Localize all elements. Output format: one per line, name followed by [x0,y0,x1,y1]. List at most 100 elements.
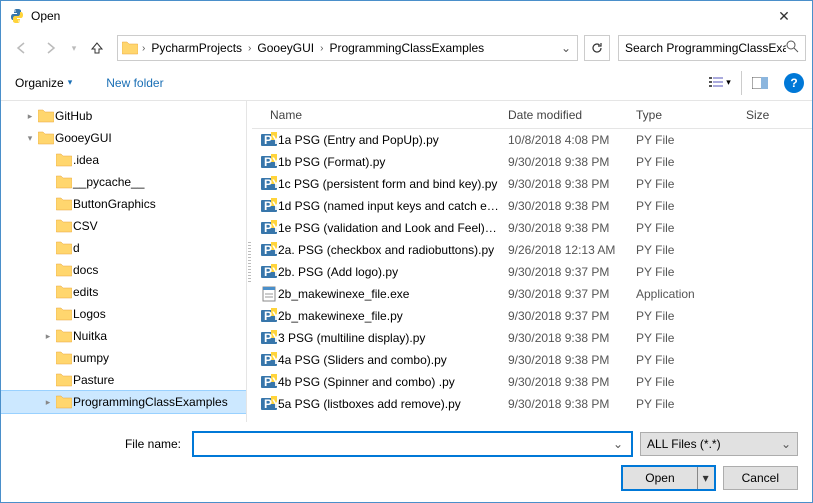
chevron-right-icon[interactable]: › [318,43,325,54]
file-list-body[interactable]: PY1a PSG (Entry and PopUp).py10/8/2018 4… [252,129,812,422]
filename-dropdown[interactable]: ⌄ [609,437,627,451]
forward-button[interactable] [37,35,65,61]
organize-menu[interactable]: Organize ▾ [9,72,78,94]
tree-item-label: GitHub [55,109,92,123]
column-date[interactable]: Date modified [500,101,628,128]
tree-item[interactable]: .idea [1,149,246,171]
filename-input[interactable]: ⌄ [193,432,632,456]
tree-item[interactable]: __pycache__ [1,171,246,193]
file-row[interactable]: PY2b_makewinexe_file.py9/30/2018 9:37 PM… [252,305,812,327]
tree-item[interactable]: ▸ProgrammingClassExamples [1,391,246,413]
file-icon: PY [252,308,278,324]
file-date: 9/30/2018 9:37 PM [500,309,628,323]
help-button[interactable]: ? [784,73,804,93]
chevron-right-icon[interactable]: › [246,43,253,54]
file-row[interactable]: 2b_makewinexe_file.exe9/30/2018 9:37 PMA… [252,283,812,305]
column-name[interactable]: Name [252,101,500,128]
file-row[interactable]: PY1b PSG (Format).py9/30/2018 9:38 PMPY … [252,151,812,173]
file-filter-dropdown[interactable]: ALL Files (*.*) ⌄ [640,432,798,456]
tree-item[interactable]: ▾ GooeyGUI [1,127,246,149]
file-row[interactable]: PY2b. PSG (Add logo).py9/30/2018 9:37 PM… [252,261,812,283]
file-date: 9/30/2018 9:38 PM [500,353,628,367]
file-row[interactable]: PY5a PSG (listboxes add remove).py9/30/2… [252,393,812,415]
tree-item[interactable]: d [1,237,246,259]
folder-icon [55,175,73,189]
file-icon: PY [252,154,278,170]
view-mode-button[interactable]: ▾ [702,71,742,95]
file-name: 2b_makewinexe_file.py [278,309,500,323]
file-name: 1e PSG (validation and Look and Feel).py [278,221,500,235]
recent-dropdown[interactable]: ▾ [67,35,81,61]
svg-text:PY: PY [264,199,277,213]
column-type[interactable]: Type [628,101,738,128]
cancel-button[interactable]: Cancel [723,466,798,490]
file-row[interactable]: PY1c PSG (persistent form and bind key).… [252,173,812,195]
tree-item[interactable]: ButtonGraphics [1,193,246,215]
tree-item[interactable]: docs [1,259,246,281]
file-row[interactable]: PY4a PSG (Sliders and combo).py9/30/2018… [252,349,812,371]
breadcrumb-seg-2[interactable]: ProgrammingClassExamples [325,36,488,60]
open-dropdown[interactable]: ▾ [698,471,714,485]
tree-item-label: Logos [73,307,106,321]
close-button[interactable]: ✕ [764,1,804,31]
file-type: PY File [628,177,738,191]
breadcrumb-seg-1[interactable]: GooeyGUI [253,36,318,60]
tree-item[interactable]: CSV [1,215,246,237]
file-type: PY File [628,353,738,367]
file-name: 2b_makewinexe_file.exe [278,287,500,301]
tree-item[interactable]: ▸ GitHub [1,105,246,127]
folder-icon [55,351,73,365]
file-name: 1d PSG (named input keys and catch erro.… [278,199,500,213]
nav-bar: ▾ › PycharmProjects › GooeyGUI › Program… [1,31,812,65]
tree-item-label: GooeyGUI [55,131,112,145]
file-row[interactable]: PY3 PSG (multiline display).py9/30/2018 … [252,327,812,349]
file-icon [252,286,278,302]
file-type: PY File [628,265,738,279]
preview-pane-button[interactable] [746,71,774,95]
file-row[interactable]: PY2a. PSG (checkbox and radiobuttons).py… [252,239,812,261]
bottom-panel: File name: ⌄ ALL Files (*.*) ⌄ Open ▾ Ca… [1,422,812,502]
tree-item-label: CSV [73,219,98,233]
new-folder-button[interactable]: New folder [100,72,169,94]
file-type: PY File [628,133,738,147]
file-type: PY File [628,155,738,169]
open-button[interactable]: Open ▾ [622,466,714,490]
filename-field[interactable] [198,433,609,455]
file-name: 2b. PSG (Add logo).py [278,265,500,279]
up-button[interactable] [83,35,111,61]
tree-item[interactable]: edits [1,281,246,303]
folder-icon [55,197,73,211]
file-list: Name Date modified Type Size PY1a PSG (E… [252,101,812,422]
tree-item[interactable]: Pasture [1,369,246,391]
svg-text:PY: PY [264,331,277,345]
expand-icon[interactable]: ▸ [41,397,55,408]
column-size[interactable]: Size [738,101,786,128]
expand-icon[interactable]: ▸ [23,111,37,122]
file-row[interactable]: PY4b PSG (Spinner and combo) .py9/30/201… [252,371,812,393]
file-name: 5a PSG (listboxes add remove).py [278,397,500,411]
file-row[interactable]: PY1a PSG (Entry and PopUp).py10/8/2018 4… [252,129,812,151]
folder-tree[interactable]: ▸ GitHub ▾ GooeyGUI .idea __pycache__ ButtonGr… [1,101,247,422]
back-button[interactable] [7,35,35,61]
breadcrumb-dropdown[interactable]: ⌄ [557,41,575,55]
breadcrumb[interactable]: › PycharmProjects › GooeyGUI › Programmi… [117,35,578,61]
folder-icon [55,241,73,255]
file-type: PY File [628,375,738,389]
file-row[interactable]: PY1e PSG (validation and Look and Feel).… [252,217,812,239]
svg-text:PY: PY [264,243,277,257]
tree-item[interactable]: ▸Nuitka [1,325,246,347]
tree-item[interactable]: numpy [1,347,246,369]
file-date: 9/30/2018 9:38 PM [500,177,628,191]
tree-item[interactable]: Logos [1,303,246,325]
tree-item-label: ButtonGraphics [73,197,156,211]
chevron-right-icon[interactable]: › [140,43,147,54]
file-icon: PY [252,330,278,346]
file-row[interactable]: PY1d PSG (named input keys and catch err… [252,195,812,217]
breadcrumb-seg-0[interactable]: PycharmProjects [147,36,246,60]
search-input[interactable]: Search ProgrammingClassExa... [618,35,806,61]
refresh-button[interactable] [584,35,610,61]
file-type: PY File [628,397,738,411]
expand-icon[interactable]: ▾ [23,133,37,144]
expand-icon[interactable]: ▸ [41,331,55,342]
tree-item-label: .idea [73,153,99,167]
